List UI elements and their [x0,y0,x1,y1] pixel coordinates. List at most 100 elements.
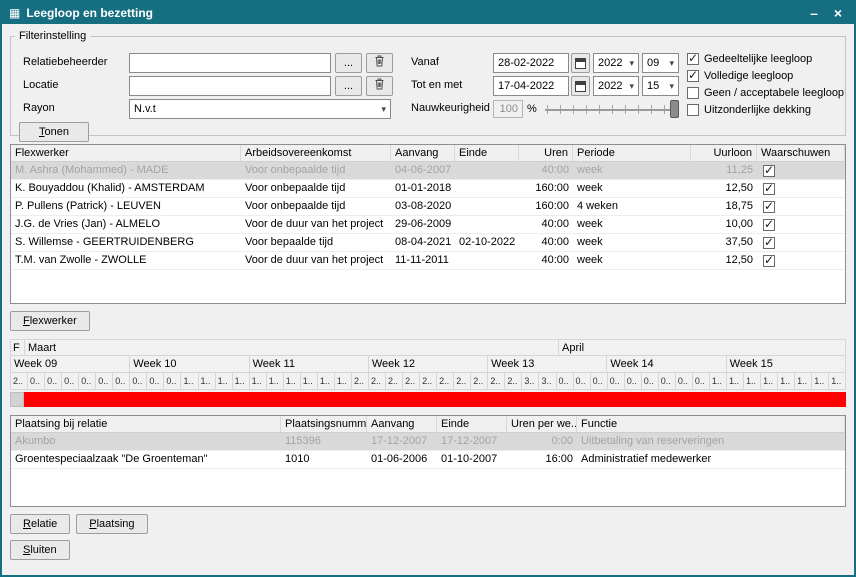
flexwerker-row[interactable]: M. Ashra (Mohammed) - MADE Voor onbepaal… [11,162,845,180]
waarschuwen-checkbox[interactable] [763,165,775,177]
plaatsing-row[interactable]: Akumbo 115396 17-12-2007 17-12-2007 0:00… [11,433,845,451]
filter-checkbox-row[interactable]: Uitzonderlijke dekking [687,101,845,118]
nauwkeurigheid-slider[interactable] [545,100,679,118]
vanaf-calendar-button[interactable] [571,53,590,73]
cell-periode: week [573,162,691,179]
tot-en-met-week-value: 15 [647,80,659,92]
checkbox-icon[interactable] [687,87,699,99]
plaatsing-table: Plaatsing bij relatie Plaatsingsnummer A… [10,415,846,507]
cell-flexwerker: J.G. de Vries (Jan) - ALMELO [11,216,241,233]
tot-en-met-week-select[interactable]: 15 ▾ [642,76,679,96]
vanaf-week-select[interactable]: 09 ▾ [642,53,679,73]
column-header-einde[interactable]: Einde [455,145,519,161]
dialog-leegloop-en-bezetting: ▦ Leegloop en bezetting – × Filterinstel… [0,0,856,577]
locatie-clear-button[interactable] [366,76,393,96]
vanaf-year-select[interactable]: 2022 ▾ [593,53,639,73]
vanaf-date-input[interactable] [493,53,569,73]
locatie-input[interactable] [129,76,331,96]
waarschuwen-checkbox[interactable] [763,237,775,249]
checkbox-label: Uitzonderlijke dekking [704,104,811,116]
column-header-aanvang[interactable]: Aanvang [367,416,437,432]
cell-einde [455,162,519,179]
column-header-aanvang[interactable]: Aanvang [391,145,455,161]
locatie-browse-button[interactable]: ... [335,76,362,96]
timeline-day-cell: 1.. [710,373,727,390]
timeline-row-stub [10,392,24,407]
flexwerker-button[interactable]: Flexwerker [10,311,90,331]
column-header-functie[interactable]: Functie [577,416,845,432]
cell-waarschuwen [757,180,845,197]
cell-einde [455,252,519,269]
relatiebeheerder-input[interactable] [129,53,331,73]
waarschuwen-checkbox[interactable] [763,183,775,195]
checkbox-icon[interactable] [687,70,699,82]
cell-einde: 17-12-2007 [437,433,507,450]
trash-icon [374,55,385,67]
cell-aanvang: 01-06-2006 [367,451,437,468]
timeline-day-cell: 1.. [284,373,301,390]
tot-en-met-year-select[interactable]: 2022 ▾ [593,76,639,96]
filter-checkbox-row[interactable]: Geen / acceptabele leegloop [687,84,845,101]
flexwerker-row[interactable]: S. Willemse - GEERTRUIDENBERG Voor bepaa… [11,234,845,252]
tonen-button[interactable]: Tonen [19,122,89,142]
calendar-icon [575,81,586,92]
column-header-uurloon[interactable]: Uurloon [691,145,757,161]
filter-checkbox-row[interactable]: Volledige leegloop [687,67,845,84]
column-header-periode[interactable]: Periode [573,145,691,161]
cell-uren: 160:00 [519,180,573,197]
cell-arbeidsovereenkomst: Voor de duur van het project [241,216,391,233]
filter-checkbox-row[interactable]: Gedeeltelijke leegloop [687,50,845,67]
timeline-day-row: 2.. 0.. 0.. 0.. 0.. 0.. 0.. 0.. 0.. [10,373,846,390]
tot-en-met-date-input[interactable] [493,76,569,96]
waarschuwen-checkbox[interactable] [763,255,775,267]
filter-legend: Filterinstelling [15,30,90,42]
titlebar[interactable]: ▦ Leegloop en bezetting – × [2,2,854,24]
column-header-plaatsingsnummer[interactable]: Plaatsingsnummer [281,416,367,432]
timeline-week-cell: Week 11 [250,356,369,373]
timeline-day-cell: 0.. [130,373,147,390]
vanaf-year-value: 2022 [598,57,622,69]
flexwerker-row[interactable]: J.G. de Vries (Jan) - ALMELO Voor de duu… [11,216,845,234]
flexwerker-row[interactable]: K. Bouyaddou (Khalid) - AMSTERDAM Voor o… [11,180,845,198]
relatie-button[interactable]: Relatie [10,514,70,534]
cell-plaatsingsnummer: 115396 [281,433,367,450]
column-header-plaatsing-bij-relatie[interactable]: Plaatsing bij relatie [11,416,281,432]
timeline-week-cell: Week 15 [727,356,846,373]
timeline-day-cell: 2.. [352,373,369,390]
timeline-week-cell: Week 12 [369,356,488,373]
relatiebeheerder-clear-button[interactable] [366,53,393,73]
plaatsing-row[interactable]: Groentespeciaalzaak "De Groenteman" 1010… [11,451,845,469]
flexwerker-row[interactable]: T.M. van Zwolle - ZWOLLE Voor de duur va… [11,252,845,270]
flexwerker-row[interactable]: P. Pullens (Patrick) - LEUVEN Voor onbep… [11,198,845,216]
cell-uurloon: 18,75 [691,198,757,215]
checkbox-icon[interactable] [687,53,699,65]
column-header-uren-per-week[interactable]: Uren per we... [507,416,577,432]
leegloop-bar[interactable] [24,392,846,407]
timeline-day-cell: 1.. [778,373,795,390]
cell-aanvang: 04-06-2007 [391,162,455,179]
waarschuwen-checkbox[interactable] [763,201,775,213]
column-header-flexwerker[interactable]: Flexwerker [11,145,241,161]
timeline-day-cell: 0.. [693,373,710,390]
checkbox-icon[interactable] [687,104,699,116]
tot-en-met-calendar-button[interactable] [571,76,590,96]
close-button[interactable]: × [829,3,847,23]
timeline-week-cell: Week 10 [130,356,249,373]
cell-uren: 40:00 [519,216,573,233]
column-header-arbeidsovereenkomst[interactable]: Arbeidsovereenkomst [241,145,391,161]
cell-waarschuwen [757,198,845,215]
sluiten-button[interactable]: Sluiten [10,540,70,560]
rayon-select[interactable]: N.v.t ▾ [129,99,391,119]
timeline-day-cell: 1.. [761,373,778,390]
column-header-einde[interactable]: Einde [437,416,507,432]
column-header-waarschuwen[interactable]: Waarschuwen [757,145,845,161]
column-header-uren[interactable]: Uren [519,145,573,161]
plaatsing-button[interactable]: Plaatsing [76,514,147,534]
slider-thumb[interactable] [670,100,679,118]
relatiebeheerder-browse-button[interactable]: ... [335,53,362,73]
minimize-button[interactable]: – [805,3,823,23]
filter-groupbox: Filterinstelling Relatiebeheerder ... Lo… [10,30,846,136]
timeline-day-cell: 0.. [28,373,45,390]
waarschuwen-checkbox[interactable] [763,219,775,231]
cell-relatie: Akumbo [11,433,281,450]
